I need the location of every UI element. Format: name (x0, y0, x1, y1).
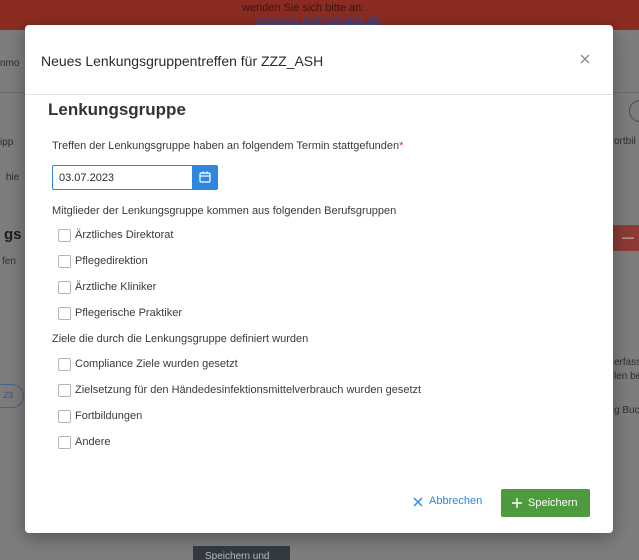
close-icon (580, 54, 590, 64)
modal-title: Neues Lenkungsgruppentreffen für ZZZ_ASH (41, 53, 324, 69)
date-label-text: Treffen der Lenkungsgruppe haben an folg… (52, 140, 400, 152)
plus-icon (512, 498, 522, 508)
background-snippet: len be (614, 371, 639, 382)
modal-dialog: Neues Lenkungsgruppentreffen für ZZZ_ASH… (25, 25, 613, 533)
background-snippet: hie (6, 172, 20, 183)
checkbox-box[interactable] (58, 229, 71, 242)
background-notice-text: wenden Sie sich bitte an: (242, 2, 365, 14)
checkbox-box[interactable] (58, 384, 71, 397)
groups-label: Mitglieder der Lenkungsgruppe kommen aus… (52, 205, 397, 217)
x-icon (413, 497, 423, 507)
checkbox-label: Pflegerische Praktiker (75, 307, 182, 319)
background-snippet: nmo (0, 58, 20, 69)
background-snippet: fen (2, 256, 16, 267)
save-label: Speichern (528, 497, 578, 509)
cancel-label: Abbrechen (429, 495, 483, 507)
date-label: Treffen der Lenkungsgruppe haben an folg… (52, 140, 403, 152)
background-heading-snippet: gs (4, 226, 22, 243)
background-snippet: g Buc (614, 405, 639, 416)
checkbox-label: Fortbildungen (75, 410, 143, 422)
checkbox-box[interactable] (58, 255, 71, 268)
checkbox-label: Compliance Ziele wurden gesetzt (75, 358, 238, 370)
background-snippet: erfass (614, 357, 639, 368)
checkbox-box[interactable] (58, 358, 71, 371)
checkbox-label: Zielsetzung für den Händedesinfektionsmi… (75, 384, 422, 396)
background-snippet: ipp (0, 137, 14, 148)
background-pill: 23 (0, 384, 24, 408)
checkbox-box[interactable] (58, 307, 71, 320)
required-marker: * (399, 140, 404, 152)
background-snippet: ortbil (614, 136, 636, 147)
checkbox-box[interactable] (58, 281, 71, 294)
checkbox-label: Ärztliches Direktorat (75, 229, 174, 241)
calendar-button[interactable] (192, 165, 218, 190)
modal-header: Neues Lenkungsgruppentreffen für ZZZ_ASH (25, 25, 613, 95)
checkbox-box[interactable] (58, 436, 71, 449)
background-save-button: Speichern und (193, 546, 290, 560)
checkbox-label: Andere (75, 436, 111, 448)
calendar-icon (199, 171, 211, 183)
section-title: Lenkungsgruppe (48, 100, 186, 119)
goals-label: Ziele die durch die Lenkungsgruppe defin… (52, 333, 309, 345)
checkbox-label: Ärztliche Kliniker (75, 281, 157, 293)
date-picker (52, 165, 218, 190)
date-input[interactable] (52, 165, 192, 190)
save-button[interactable]: Speichern (501, 489, 590, 517)
checkbox-box[interactable] (58, 410, 71, 423)
close-button[interactable] (573, 47, 597, 71)
checkbox-label: Pflegedirektion (75, 255, 148, 267)
modal-footer: Abbrechen Speichern (25, 473, 613, 533)
